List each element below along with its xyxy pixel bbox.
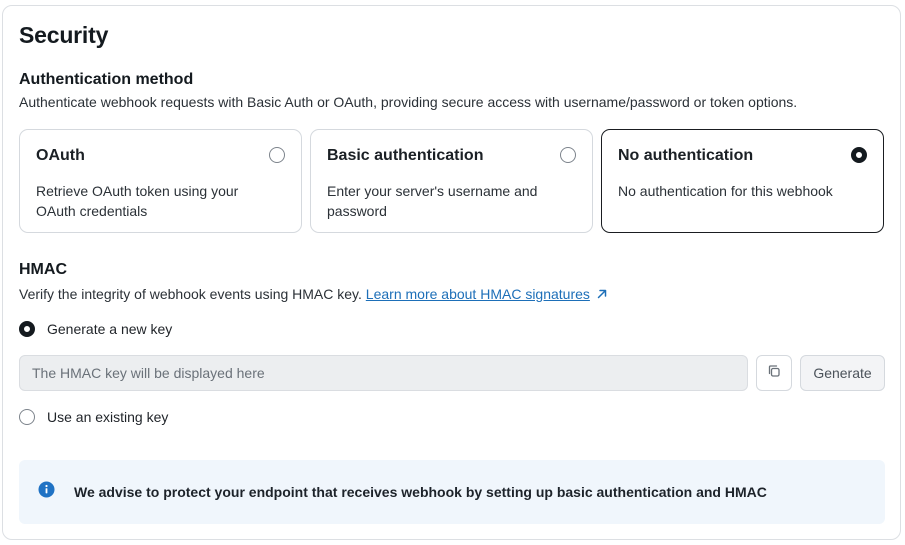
hmac-description-row: Verify the integrity of webhook events u… — [19, 286, 608, 303]
hmac-description: Verify the integrity of webhook events u… — [19, 286, 362, 302]
advice-text: We advise to protect your endpoint that … — [74, 484, 767, 500]
auth-description: Authenticate webhook requests with Basic… — [19, 94, 798, 110]
auth-option-radio[interactable] — [269, 147, 285, 163]
learn-more-link[interactable]: Learn more about HMAC signatures — [366, 286, 590, 302]
use-existing-key-option[interactable]: Use an existing key — [19, 409, 168, 425]
auth-option-none[interactable]: No authentication No authentication for … — [601, 129, 884, 233]
hmac-key-input[interactable] — [19, 355, 748, 391]
auth-option-oauth[interactable]: OAuth Retrieve OAuth token using your OA… — [19, 129, 302, 233]
generate-new-key-option[interactable]: Generate a new key — [19, 321, 172, 337]
info-icon — [38, 481, 55, 503]
auth-option-basic[interactable]: Basic authentication Enter your server's… — [310, 129, 593, 233]
auth-option-radio[interactable] — [560, 147, 576, 163]
auth-option-title: Basic authentication — [327, 147, 484, 164]
auth-option-description: Enter your server's username and passwor… — [327, 183, 538, 219]
auth-option-description: Retrieve OAuth token using your OAuth cr… — [36, 183, 239, 219]
generate-button[interactable]: Generate — [800, 355, 885, 391]
auth-option-description: No authentication for this webhook — [618, 183, 833, 199]
auth-option-title: OAuth — [36, 147, 85, 164]
page-title: Security — [19, 22, 109, 48]
hmac-heading: HMAC — [19, 261, 67, 278]
generate-new-key-label: Generate a new key — [47, 321, 173, 337]
use-existing-key-label: Use an existing key — [47, 409, 169, 425]
generate-new-key-radio[interactable] — [19, 321, 35, 337]
copy-icon — [766, 363, 782, 384]
auth-option-radio[interactable] — [851, 147, 867, 163]
auth-heading: Authentication method — [19, 71, 194, 88]
use-existing-key-radio[interactable] — [19, 409, 35, 425]
auth-option-title: No authentication — [618, 147, 754, 164]
arrow-up-right-icon[interactable] — [596, 287, 608, 303]
security-card: Security Authentication method Authentic… — [2, 5, 901, 540]
copy-button[interactable] — [756, 355, 792, 391]
advice-banner: We advise to protect your endpoint that … — [19, 460, 885, 524]
